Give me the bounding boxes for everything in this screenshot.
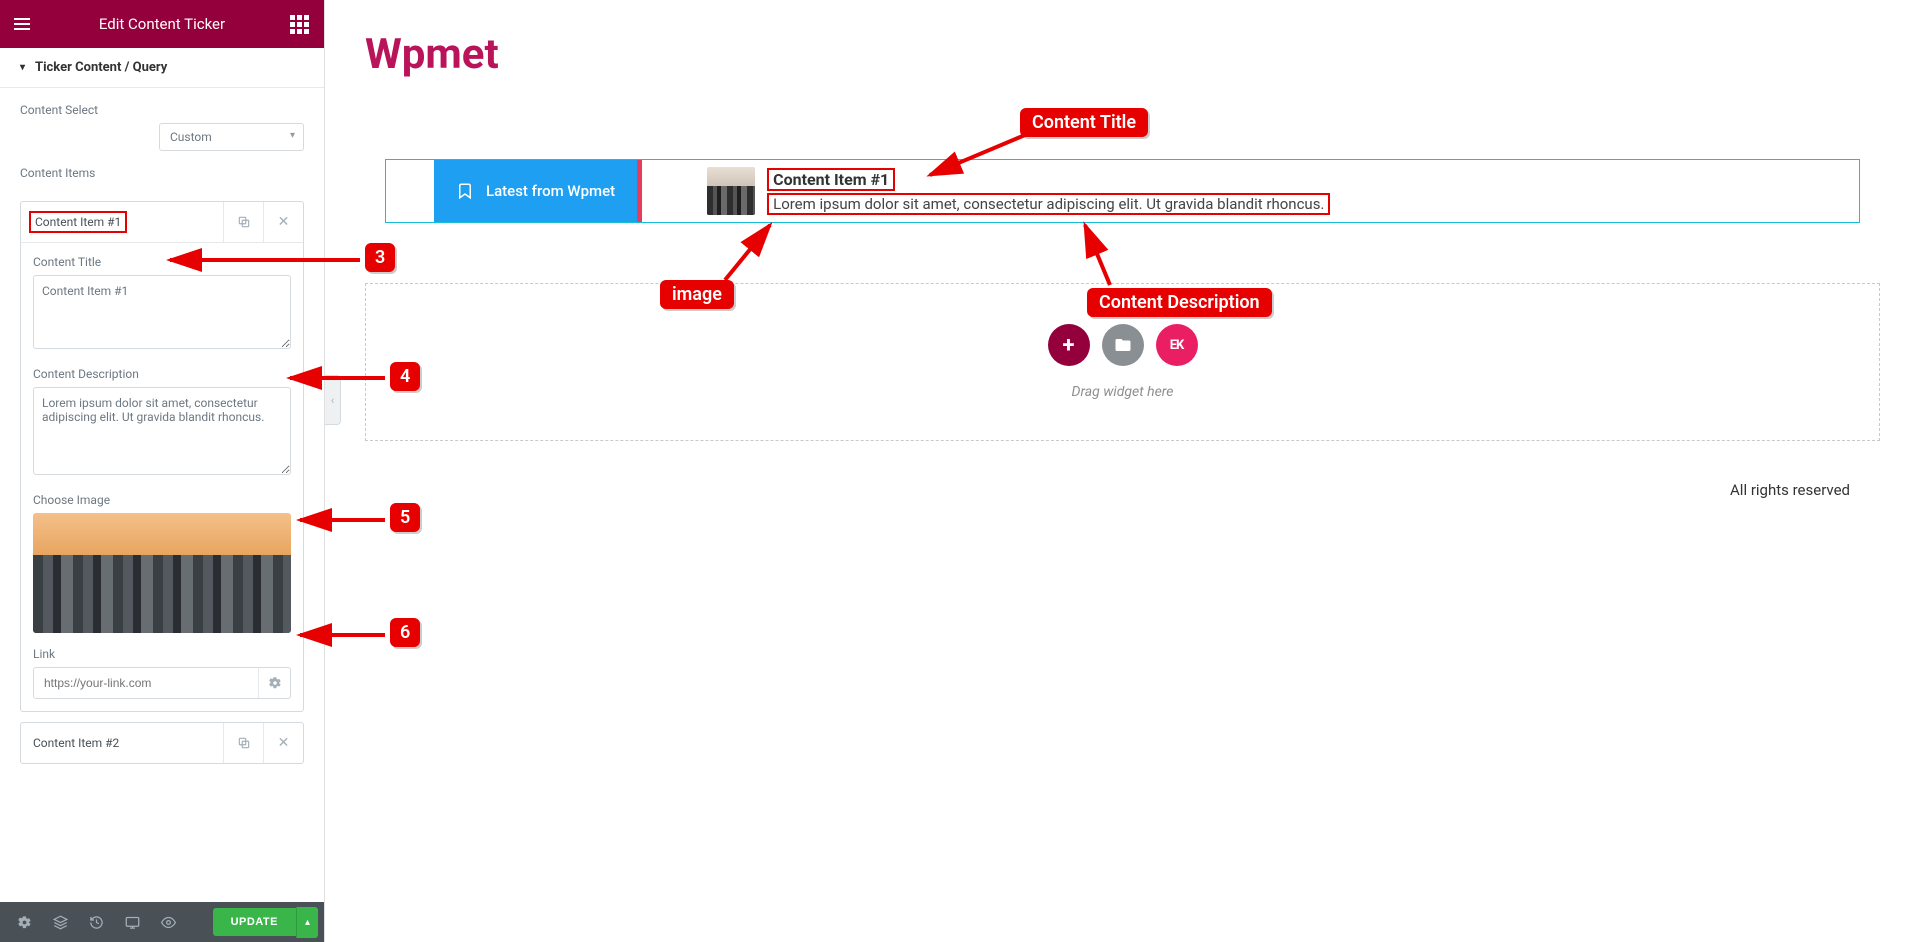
content-items-row: Content Items bbox=[20, 166, 304, 186]
annotation-number-4: 4 bbox=[390, 362, 420, 391]
repeater-item-1-title: Content Item #1 bbox=[29, 211, 127, 233]
annotation-number-3: 3 bbox=[365, 243, 395, 272]
content-description-label: Content Description bbox=[33, 367, 291, 381]
caret-down-icon: ▾ bbox=[20, 62, 25, 73]
content-description-input[interactable] bbox=[33, 387, 291, 475]
update-button[interactable]: UPDATE bbox=[213, 908, 296, 936]
hamburger-menu-icon[interactable] bbox=[10, 14, 34, 34]
duplicate-item-icon[interactable] bbox=[223, 202, 263, 242]
annotation-number-6: 6 bbox=[390, 618, 420, 647]
preview-canvas: Wpmet Latest from Wpmet Content Item #1 … bbox=[325, 0, 1920, 942]
responsive-icon[interactable] bbox=[114, 902, 150, 942]
link-input[interactable] bbox=[34, 668, 258, 698]
content-title-label: Content Title bbox=[33, 255, 291, 269]
content-ticker-widget[interactable]: Latest from Wpmet Content Item #1 Lorem … bbox=[385, 159, 1860, 223]
widgets-grid-icon[interactable] bbox=[290, 15, 314, 34]
remove-item-2-icon[interactable]: ✕ bbox=[263, 723, 303, 763]
ticker-item-title: Content Item #1 bbox=[767, 168, 895, 191]
repeater-item-1-body: Content Title Content Description Choose… bbox=[21, 242, 303, 711]
navigator-layers-icon[interactable] bbox=[42, 902, 78, 942]
add-section-button[interactable]: + bbox=[1048, 324, 1090, 366]
ticker-left-pad bbox=[386, 160, 434, 222]
image-picker[interactable] bbox=[33, 513, 291, 633]
panel-body: ▾ Ticker Content / Query Content Select … bbox=[0, 48, 324, 902]
ticker-badge-text: Latest from Wpmet bbox=[486, 182, 615, 200]
annotation-image: image bbox=[660, 280, 734, 309]
update-options-dropdown[interactable]: ▴ bbox=[296, 907, 318, 938]
history-icon[interactable] bbox=[78, 902, 114, 942]
repeater-item-1-header[interactable]: Content Item #1 ✕ bbox=[21, 202, 303, 242]
ticker-thumbnail-image bbox=[707, 167, 755, 215]
link-label: Link bbox=[33, 647, 291, 661]
content-select-label: Content Select bbox=[20, 103, 304, 117]
duplicate-item-2-icon[interactable] bbox=[223, 723, 263, 763]
panel-footer: UPDATE ▴ bbox=[0, 902, 324, 942]
content-title-input[interactable] bbox=[33, 275, 291, 349]
template-library-button[interactable] bbox=[1102, 324, 1144, 366]
choose-image-label: Choose Image bbox=[33, 493, 291, 507]
dropzone-hint: Drag widget here bbox=[406, 384, 1839, 400]
remove-item-icon[interactable]: ✕ bbox=[263, 202, 303, 242]
repeater-item-2-header[interactable]: Content Item #2 ✕ bbox=[21, 723, 303, 763]
content-select-dropdown[interactable]: Custom bbox=[159, 123, 304, 151]
settings-gear-icon[interactable] bbox=[6, 902, 42, 942]
ticker-badge: Latest from Wpmet bbox=[434, 160, 637, 222]
content-select-row: Content Select Custom bbox=[20, 103, 304, 151]
repeater-item-2: Content Item #2 ✕ bbox=[20, 722, 304, 764]
ticker-text: Content Item #1 Lorem ipsum dolor sit am… bbox=[755, 160, 1342, 222]
annotation-number-5: 5 bbox=[390, 503, 420, 532]
footer-text: All rights reserved bbox=[395, 481, 1850, 499]
annotation-content-title: Content Title bbox=[1020, 108, 1148, 137]
repeater-item-1: Content Item #1 ✕ Content Title Content … bbox=[20, 201, 304, 712]
repeater-item-2-title: Content Item #2 bbox=[21, 736, 223, 750]
preview-eye-icon[interactable] bbox=[150, 902, 186, 942]
elementskit-button[interactable]: EK bbox=[1156, 324, 1198, 366]
link-options-gear-icon[interactable] bbox=[258, 668, 290, 698]
editor-panel: Edit Content Ticker ▾ Ticker Content / Q… bbox=[0, 0, 325, 942]
annotation-content-description: Content Description bbox=[1087, 288, 1272, 317]
section-title: Ticker Content / Query bbox=[35, 60, 167, 75]
panel-title: Edit Content Ticker bbox=[34, 15, 290, 33]
panel-header: Edit Content Ticker bbox=[0, 0, 324, 48]
content-items-label: Content Items bbox=[20, 166, 304, 180]
link-row bbox=[33, 667, 291, 699]
section-ticker-content[interactable]: ▾ Ticker Content / Query bbox=[0, 48, 324, 88]
bookmark-icon bbox=[456, 182, 474, 200]
site-title: Wpmet bbox=[365, 30, 1890, 79]
ticker-item-description: Lorem ipsum dolor sit amet, consectetur … bbox=[767, 193, 1330, 215]
section-content: Content Select Custom Content Items Cont… bbox=[0, 88, 324, 789]
